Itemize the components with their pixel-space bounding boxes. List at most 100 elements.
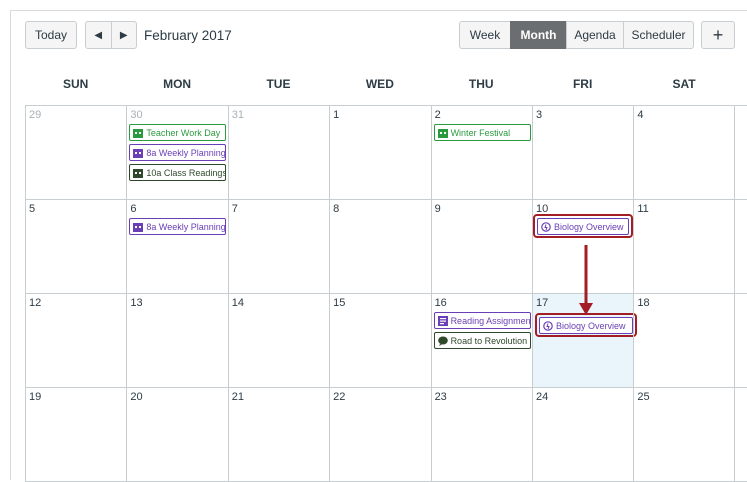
day-cell[interactable]: 9 — [430, 200, 532, 293]
day-number: 29 — [29, 109, 42, 121]
day-cell[interactable]: 20 — [126, 388, 227, 481]
day-cell[interactable]: 13 — [126, 294, 227, 387]
caret-right-icon[interactable]: ▶ — [110, 22, 137, 48]
day-number: 5 — [29, 203, 36, 215]
day-cell[interactable]: 2 Winter Festival — [430, 106, 532, 199]
day-number: 30 — [130, 109, 143, 121]
calendar-event[interactable]: Reading Assignment — [433, 312, 531, 329]
day-cell[interactable]: 29 — [25, 106, 126, 199]
day-number: 1 — [333, 109, 340, 121]
event-title: 10a Class Readings — [146, 167, 227, 178]
day-number: 15 — [333, 297, 346, 309]
day-cell[interactable]: 12 — [25, 294, 126, 387]
day-number: 16 — [434, 297, 447, 309]
calendar-event[interactable]: Biology Overview — [538, 317, 633, 334]
day-number: 9 — [434, 203, 441, 215]
day-number: 17 — [535, 297, 549, 309]
day-number: 2 — [434, 109, 441, 121]
week-row: 12 13 14 15 16 Reading Assignment Road t… — [25, 294, 747, 388]
calendar-event[interactable]: Biology Overview — [536, 218, 629, 235]
calendar-toolbar: Today ◀ ▶ February 2017 Week Month Agend… — [11, 11, 747, 61]
day-cell[interactable]: 1 — [329, 106, 430, 199]
week-row: 5 6 8a Weekly Planning 7 8 9 10 Biology … — [25, 200, 747, 294]
day-number: 19 — [29, 391, 42, 403]
day-cell[interactable]: 23 — [430, 388, 532, 481]
day-cell[interactable]: 25 — [633, 388, 735, 481]
add-event-button[interactable]: + — [701, 21, 735, 49]
discussion-icon — [541, 221, 551, 232]
day-number: 18 — [637, 297, 650, 309]
weekday-label: THU — [468, 77, 494, 91]
calendar-icon — [133, 168, 144, 178]
weekday-label: SUN — [63, 77, 89, 91]
week-row: 19 20 21 22 23 24 25 — [25, 388, 747, 482]
day-number: 14 — [231, 297, 245, 309]
assignment-icon — [437, 315, 448, 326]
event-title: Reading Assignment — [450, 315, 531, 326]
calendar-frame: Today ◀ ▶ February 2017 Week Month Agend… — [10, 10, 747, 482]
day-cell[interactable]: 31 — [227, 106, 329, 199]
day-cell[interactable]: 21 — [227, 388, 329, 481]
day-number: 23 — [434, 391, 447, 403]
day-cell[interactable]: 3 — [531, 106, 633, 199]
event-title: Teacher Work Day — [146, 127, 221, 138]
tab-week[interactable]: Week — [459, 21, 511, 49]
day-cell[interactable]: 5 — [25, 200, 126, 293]
day-cell[interactable]: 22 — [329, 388, 430, 481]
day-number: 31 — [231, 109, 245, 121]
prev-next-group: ◀ ▶ — [85, 21, 137, 49]
day-number: 3 — [535, 109, 543, 121]
weekday-label: TUE — [266, 77, 291, 91]
month-grid: SUN MON TUE WED THU FRI SAT 29 30 Teache… — [25, 63, 747, 482]
day-number: 25 — [637, 391, 650, 403]
calendar-icon — [133, 148, 144, 158]
event-title: 8a Weekly Planning — [146, 221, 226, 232]
today-button[interactable]: Today — [25, 21, 77, 49]
caret-left-icon[interactable]: ◀ — [86, 22, 111, 48]
day-number: 21 — [231, 391, 245, 403]
calendar-event[interactable]: 8a Weekly Planning — [129, 218, 227, 235]
weekday-label: FRI — [572, 77, 593, 91]
day-cell[interactable]: 14 — [227, 294, 329, 387]
day-cell[interactable]: 30 Teacher Work Day 8a Weekly Planning 1… — [126, 106, 227, 199]
calendar-icon — [133, 128, 144, 138]
weekday-header: SUN MON TUE WED THU FRI SAT — [25, 63, 747, 106]
tab-scheduler[interactable]: Scheduler — [623, 21, 694, 49]
day-number: 11 — [637, 203, 649, 215]
day-cell[interactable]: 18 — [633, 294, 735, 387]
tab-agenda[interactable]: Agenda — [566, 21, 624, 49]
event-title: Road to Revolution — [450, 335, 528, 346]
calendar-event[interactable]: Teacher Work Day — [129, 124, 227, 141]
day-cell[interactable]: 24 — [531, 388, 633, 481]
drag-arrow — [579, 245, 593, 315]
day-cell[interactable]: 16 Reading Assignment Road to Revolution — [430, 294, 532, 387]
day-cell[interactable]: 7 — [227, 200, 329, 293]
day-number: 20 — [130, 391, 143, 403]
day-cell[interactable]: 11 — [633, 200, 735, 293]
event-title: Biology Overview — [555, 320, 626, 331]
tab-month[interactable]: Month — [510, 21, 567, 49]
calendar-event[interactable]: Road to Revolution — [433, 332, 531, 349]
calendar-icon — [437, 128, 448, 138]
weekday-label: MON — [163, 77, 192, 91]
month-title: February 2017 — [144, 28, 232, 43]
event-title: Biology Overview — [553, 221, 624, 232]
chat-bubble-icon — [437, 336, 448, 346]
calendar-event[interactable]: 8a Weekly Planning — [129, 144, 227, 161]
day-number: 4 — [637, 109, 644, 121]
calendar-event[interactable]: 10a Class Readings — [129, 164, 227, 181]
calendar-event[interactable]: Winter Festival — [433, 124, 531, 141]
day-cell[interactable]: 8 — [329, 200, 430, 293]
day-cell[interactable]: 6 8a Weekly Planning — [126, 200, 227, 293]
event-title: 8a Weekly Planning — [146, 147, 226, 158]
event-title: Winter Festival — [450, 127, 511, 138]
day-number: 12 — [29, 297, 42, 309]
weekday-label: WED — [365, 77, 394, 91]
day-cell[interactable]: 19 — [25, 388, 126, 481]
day-cell[interactable]: 4 — [633, 106, 735, 199]
day-number: 24 — [535, 391, 549, 403]
discussion-icon — [543, 320, 553, 331]
day-cell[interactable]: 15 — [329, 294, 430, 387]
view-switcher: Week Month Agenda Scheduler — [459, 21, 694, 49]
week-row: 29 30 Teacher Work Day 8a Weekly Plannin… — [25, 106, 747, 200]
